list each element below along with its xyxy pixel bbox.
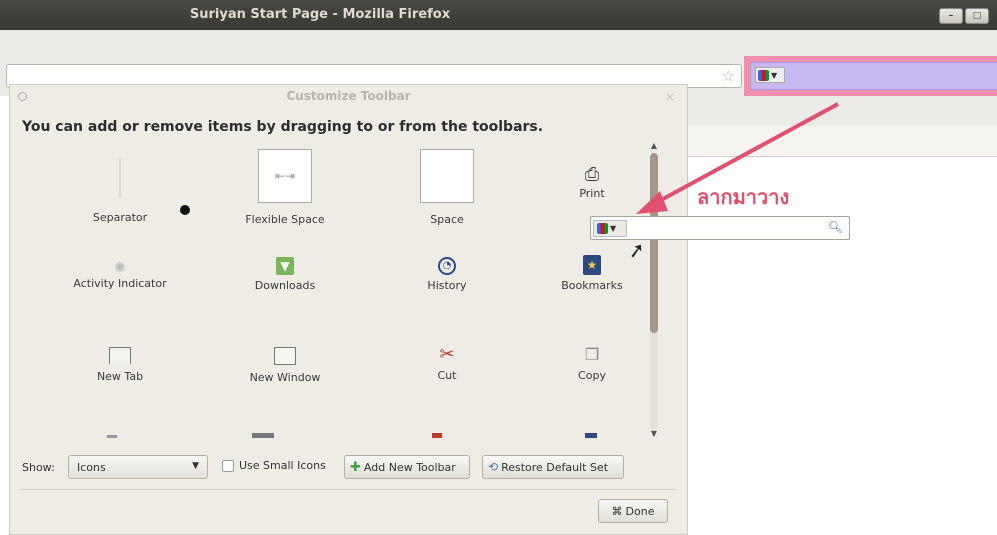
annotation-arrow: [636, 102, 839, 214]
drag-here-annotation: ลากมาวาง: [697, 185, 790, 209]
arrow-head: [636, 191, 668, 214]
